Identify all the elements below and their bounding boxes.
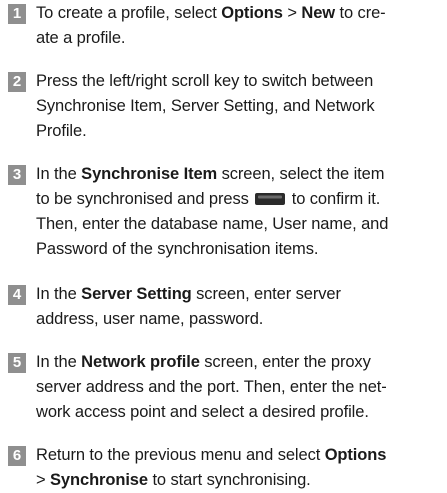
- menu-option-label: Options: [221, 4, 283, 22]
- step-number-badge: 4: [8, 285, 26, 305]
- step-number-badge: 5: [8, 353, 26, 373]
- step-text: To create a profile, select Options > Ne…: [36, 4, 386, 47]
- instruction-page: 1 To create a profile, select Options > …: [0, 0, 447, 489]
- step-number-badge: 1: [8, 4, 26, 24]
- step-text: In the Server Setting screen, enter serv…: [36, 285, 341, 328]
- step-number-badge: 2: [8, 72, 26, 92]
- menu-option-label: Options: [324, 446, 387, 464]
- step-text: Return to the previous menu and select O…: [36, 446, 387, 489]
- step-number-badge: 6: [8, 446, 26, 466]
- step-text: In the Network profile screen, enter the…: [36, 353, 387, 421]
- screen-name-label: Server Setting: [81, 285, 192, 303]
- step-number-badge: 3: [8, 165, 26, 185]
- menu-option-label: New: [301, 4, 336, 22]
- step-text: In the Synchronise Item screen, select t…: [36, 165, 389, 258]
- screen-name-label: Network profile: [81, 353, 200, 371]
- screen-name-label: Synchronise Item: [81, 165, 218, 183]
- step-text: Press the left/right scroll key to switc…: [36, 72, 375, 140]
- menu-option-label: Synchronise: [50, 471, 148, 489]
- confirm-key-icon: [255, 193, 286, 205]
